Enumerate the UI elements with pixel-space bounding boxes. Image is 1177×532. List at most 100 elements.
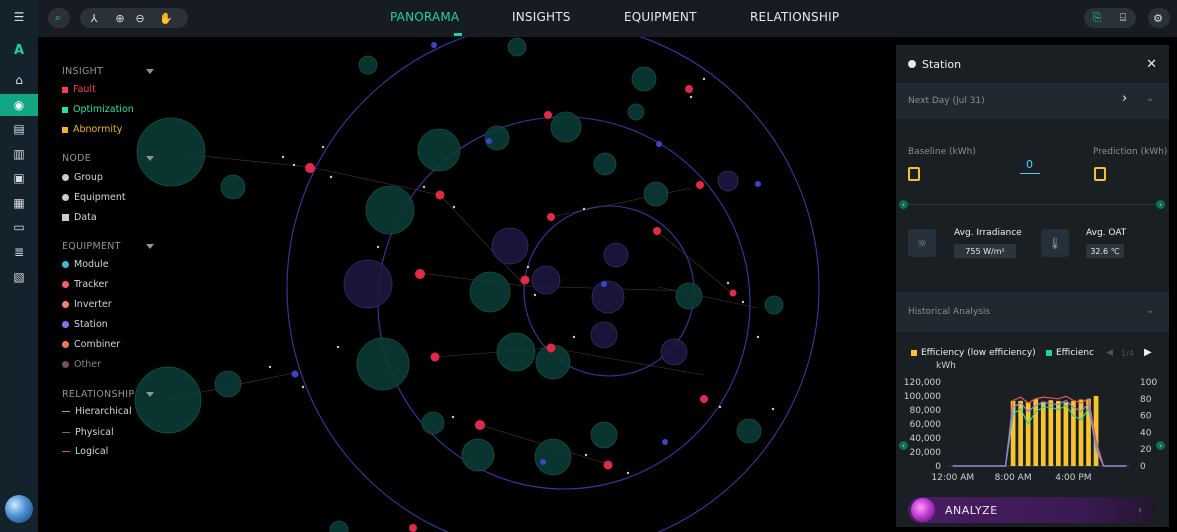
app-logo[interactable]: A xyxy=(0,39,38,61)
cluster-node xyxy=(134,366,202,434)
zoom-in-icon[interactable]: ⊕ xyxy=(110,8,130,28)
station-node xyxy=(601,281,607,287)
report-icon[interactable]: ▤ xyxy=(0,118,38,140)
legend-item-equipment[interactable]: Equipment xyxy=(62,192,126,203)
menu-icon[interactable]: ☰ xyxy=(0,6,38,28)
panel-title: Station xyxy=(922,57,962,71)
y-right-tick-label: 0 xyxy=(1140,462,1146,472)
panorama-graph[interactable] xyxy=(38,37,895,532)
chevron-down-icon[interactable] xyxy=(146,69,154,74)
group-node xyxy=(343,259,393,309)
chevron-down-icon[interactable] xyxy=(146,244,154,249)
legend-label: Data xyxy=(74,212,97,223)
cluster-node xyxy=(358,55,378,75)
cluster-node xyxy=(484,125,510,151)
legend-item-hierarchical[interactable]: Hierarchical xyxy=(62,406,132,417)
document-icon[interactable]: ▧ xyxy=(0,266,38,288)
station-node xyxy=(662,439,668,445)
next-day-label: Next Day (Jul 31) xyxy=(908,96,985,106)
legend-item-station[interactable]: Station xyxy=(62,319,108,330)
cluster-node xyxy=(469,271,511,313)
legend-item-optimization[interactable]: Optimization xyxy=(62,104,134,115)
bar-efficiency-low xyxy=(1033,398,1039,466)
legend-prev-icon[interactable]: ◀ xyxy=(1106,348,1113,358)
cluster-node xyxy=(764,295,784,315)
home-icon[interactable]: ⌂ xyxy=(0,69,38,91)
tab-panorama[interactable]: PANORAMA xyxy=(390,10,459,24)
y-left-tick-label: 120,000 xyxy=(904,378,941,388)
station-node xyxy=(755,181,761,187)
change-arrow xyxy=(1020,173,1040,174)
legend-item-fault[interactable]: Fault xyxy=(62,84,96,95)
nav-left-icon[interactable]: ‹ xyxy=(899,200,908,209)
legend-next-icon[interactable]: ▶ xyxy=(1144,347,1152,358)
hierarchy-icon[interactable]: ⅄ xyxy=(84,8,104,28)
group-node xyxy=(491,227,529,265)
bar-efficiency-low xyxy=(1048,400,1054,466)
chart-nav-left-icon[interactable]: ‹ xyxy=(899,441,908,450)
topology-icon[interactable]: ◉ xyxy=(0,94,38,116)
oat-label: Avg. OAT xyxy=(1086,228,1127,238)
top-bar: ⌕ ⅄ ⊕ ⊖ ✋ PANORAMA INSIGHTS EQUIPMENT RE… xyxy=(38,0,1177,37)
y-right-tick-label: 20 xyxy=(1140,445,1152,455)
user-avatar-globe[interactable] xyxy=(5,495,33,523)
optimization-square-icon xyxy=(62,106,68,113)
legend-item-inverter[interactable]: Inverter xyxy=(62,299,112,310)
analytics-icon[interactable]: ▦ xyxy=(0,192,38,214)
screen-icon[interactable]: ▭ xyxy=(0,216,38,238)
cluster-node xyxy=(534,438,572,476)
graph-toolbar: ⅄ ⊕ ⊖ ✋ xyxy=(80,8,188,28)
legend-item-module[interactable]: Module xyxy=(62,259,109,270)
station-node xyxy=(431,42,437,48)
nav-right-icon[interactable]: › xyxy=(1156,200,1165,209)
zoom-out-icon[interactable]: ⊖ xyxy=(130,8,150,28)
settings-button[interactable]: ⚙ xyxy=(1148,8,1170,28)
analyze-button[interactable]: ANALYZE › xyxy=(908,497,1156,523)
chevron-down-icon[interactable]: ⌄ xyxy=(1146,305,1154,316)
search-button[interactable]: ⌕ xyxy=(48,8,70,28)
close-icon[interactable]: ✕ xyxy=(1146,57,1157,72)
tab-equipment[interactable]: EQUIPMENT xyxy=(624,10,697,24)
pan-hand-icon[interactable]: ✋ xyxy=(156,8,176,28)
chart-nav-right-icon[interactable]: › xyxy=(1156,441,1165,450)
combiner-icon xyxy=(62,341,69,348)
next-day-row[interactable]: Next Day (Jul 31) › ⌄ xyxy=(896,83,1169,119)
bar-chart-icon[interactable]: ▥ xyxy=(0,143,38,165)
list-icon[interactable]: ≣ xyxy=(0,241,38,263)
legend-item-physical[interactable]: Physical xyxy=(62,427,114,438)
data-cube-icon xyxy=(62,214,69,221)
export-icon[interactable]: ⎘ xyxy=(1087,8,1107,28)
legend-label: Other xyxy=(74,359,101,370)
chevron-down-icon[interactable] xyxy=(146,156,154,161)
historical-analysis-row[interactable]: Historical Analysis ⌄ xyxy=(896,292,1169,332)
group-node xyxy=(717,170,739,192)
legend-item-other[interactable]: Other xyxy=(62,359,101,370)
legend-item-logical[interactable]: Logical xyxy=(62,446,108,457)
irradiance-icon: ☼ xyxy=(908,229,936,257)
change-value: 0 xyxy=(1026,158,1033,171)
legend-item-tracker[interactable]: Tracker xyxy=(62,279,108,290)
y-right-tick-label: 80 xyxy=(1140,395,1152,405)
monitor-icon[interactable]: ▣ xyxy=(0,167,38,189)
cluster-node xyxy=(356,337,410,391)
prediction-label: Prediction (kWh) xyxy=(1093,147,1168,157)
legend-item-combiner[interactable]: Combiner xyxy=(62,339,120,350)
chevron-down-icon[interactable] xyxy=(146,392,154,397)
chart-legend-efficiency[interactable]: Efficienc xyxy=(1056,348,1094,358)
inverter-icon xyxy=(62,301,69,308)
tab-insights[interactable]: INSIGHTS xyxy=(512,10,571,24)
chevron-down-icon[interactable]: ⌄ xyxy=(1146,93,1154,104)
y-left-tick-label: 20,000 xyxy=(910,448,942,458)
efficiency-chart[interactable]: 120,000100,00080,00060,00040,00020,00001… xyxy=(896,370,1169,490)
legend-item-group[interactable]: Group xyxy=(62,172,103,183)
legend-item-data[interactable]: Data xyxy=(62,212,97,223)
legend-item-abnormity[interactable]: Abnormity xyxy=(62,124,122,135)
chevron-right-icon[interactable]: › xyxy=(1122,91,1127,106)
fault-node xyxy=(546,343,556,353)
fault-node xyxy=(603,460,613,470)
chart-legend-efficiency-low[interactable]: Efficiency (low efficiency) xyxy=(921,348,1036,358)
settings-icon: ⚙ xyxy=(1153,11,1163,25)
tab-relationship[interactable]: RELATIONSHIP xyxy=(750,10,839,24)
legend-section-node: NODE xyxy=(62,153,92,164)
clipboard-icon[interactable]: ⌸ xyxy=(1113,8,1133,28)
